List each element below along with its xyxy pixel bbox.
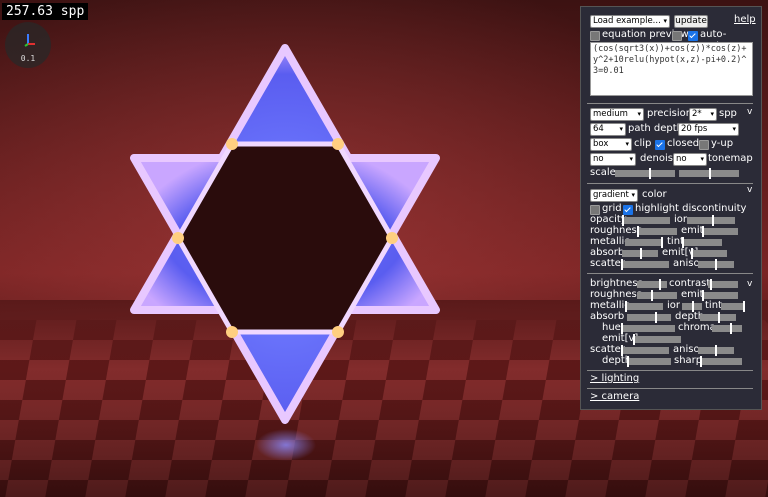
closed-checkbox[interactable] [655,140,665,150]
scatter-slider[interactable] [621,259,669,270]
spp-value: 2* [692,109,702,119]
chevron-down-icon: ▾ [619,125,623,133]
brightness-slider[interactable] [637,279,667,290]
spp-label: spp [719,108,737,119]
load-example-select[interactable]: Load example... ▾ [590,15,670,28]
auto-update-checkbox[interactable] [688,31,698,41]
unlabeled-checkbox[interactable] [672,31,682,41]
denoise-value: no [593,154,604,164]
tonemap-label: tonemap [708,153,753,164]
precision-label: precision [647,108,693,119]
precision-select[interactable]: medium ▾ [590,108,644,121]
chevron-down-icon: ▾ [625,140,629,148]
spp-select[interactable]: 2* ▾ [689,108,717,121]
floor-chroma-slider[interactable] [712,323,742,334]
load-example-label: Load example... [593,16,661,26]
chevron-down-icon: ▾ [732,125,736,133]
path-depth-value: 64 [593,124,604,134]
collapse-render-icon[interactable]: v [747,107,752,117]
chevron-down-icon: ▾ [631,191,635,199]
opacity-slider[interactable] [622,215,670,226]
absorb-slider[interactable] [622,248,658,259]
emitv-slider[interactable] [691,248,727,259]
precision-value: medium [593,109,628,119]
scatter-label: scatter [590,258,625,269]
tonemap-value: no [676,154,687,164]
scale-slider-1[interactable] [615,168,675,179]
chevron-down-icon: ▾ [710,110,714,118]
floor-chroma-label: chroma [678,322,716,333]
color-mode-value: gradient [593,190,629,200]
lighting-link[interactable]: > lighting [590,373,639,384]
chevron-down-icon: ▾ [700,155,704,163]
update-button[interactable]: update [674,15,708,28]
tint-slider[interactable] [682,237,722,248]
tonemap-select[interactable]: no ▾ [673,153,707,166]
floor-emitv-slider[interactable] [633,334,681,345]
axes-scale-label: 0.1 [20,54,36,63]
closed-label: closed [667,138,700,149]
contrast-slider[interactable] [708,279,738,290]
axes-gizmo[interactable]: 0.1 [5,22,51,68]
denoise-select[interactable]: no ▾ [590,153,636,166]
floor-aniso-slider[interactable] [698,345,734,356]
emit-slider[interactable] [702,226,738,237]
clip-value: box [593,139,609,149]
equation-preview-checkbox[interactable] [590,31,600,41]
y-up-checkbox[interactable] [699,140,709,150]
highlight-discontinuity-label: highlight discontinuity [635,203,747,214]
floor-tint-label: tint [705,300,722,311]
aniso-label: aniso [673,258,700,269]
scale-label: scale [590,167,616,178]
path-depth-select[interactable]: 64 ▾ [590,123,626,136]
collapse-floor-icon[interactable]: v [747,279,752,289]
spp-readout: 257.63 spp [2,3,89,20]
floor-sharp-slider[interactable] [700,356,742,367]
floor-hue-slider[interactable] [621,323,675,334]
clip-select[interactable]: box ▾ [590,138,632,151]
floor-emit-label: emit [681,289,704,300]
clip-label: clip [634,138,652,149]
floor-roughness-slider[interactable] [637,290,677,301]
roughness-slider[interactable] [637,226,677,237]
floor-absorb-slider[interactable] [627,312,671,323]
metallic-slider[interactable] [625,237,663,248]
color-mode-select[interactable]: gradient ▾ [590,189,638,202]
floor-scatter-slider[interactable] [621,345,669,356]
chevron-down-icon: ▾ [663,17,667,25]
chevron-down-icon: ▾ [629,155,633,163]
equation-input[interactable]: (cos(sqrt3(x))+cos(z))*cos(z)+y^2+10relu… [590,42,753,96]
y-up-label: y-up [711,138,734,149]
help-link[interactable]: help [734,14,756,25]
emit-label: emit [681,225,704,236]
aniso-slider[interactable] [698,259,734,270]
scale-slider-2[interactable] [679,168,739,179]
ior-slider[interactable] [687,215,735,226]
control-panel: Load example... ▾ update help equation pr… [580,6,762,410]
chevron-down-icon: ▾ [637,110,641,118]
floor-tint-slider[interactable] [721,301,745,312]
floor-depth-slider[interactable] [700,312,736,323]
floor-metallic-slider[interactable] [625,301,663,312]
fps-select[interactable]: 20 fps ▾ [678,123,739,136]
fps-value: 20 fps [681,124,708,134]
floor-emit-slider[interactable] [702,290,738,301]
floor-ior-slider[interactable] [682,301,702,312]
camera-link[interactable]: > camera [590,391,639,402]
floor-depth2-slider[interactable] [627,356,671,367]
color-label: color [642,189,667,200]
floor-sharp-label: sharp [674,355,703,366]
path-depth-label: path depth [628,123,684,134]
collapse-material-icon[interactable]: v [747,185,752,195]
